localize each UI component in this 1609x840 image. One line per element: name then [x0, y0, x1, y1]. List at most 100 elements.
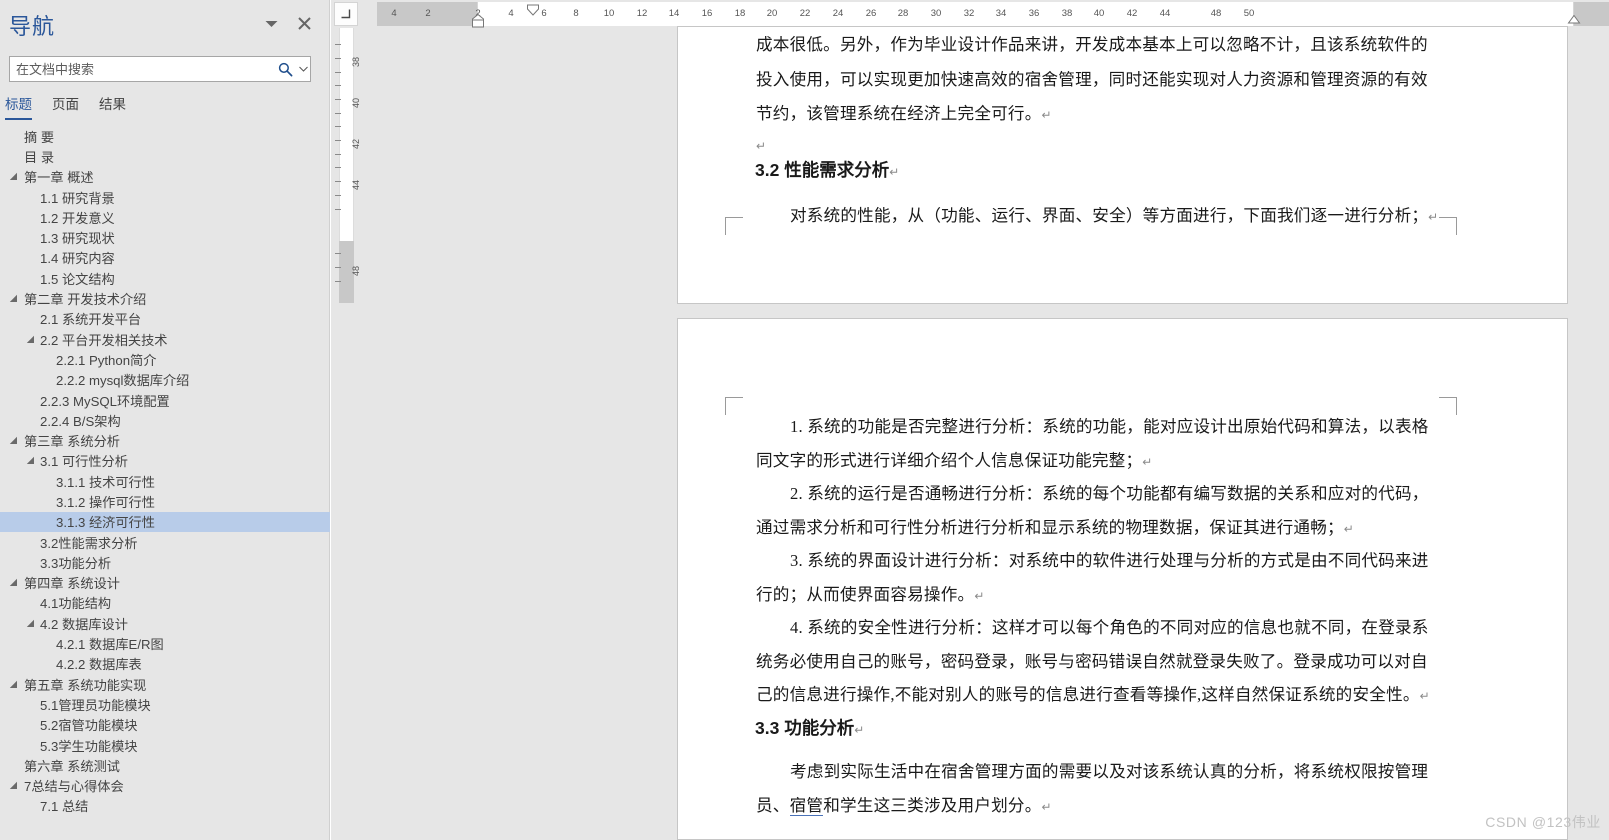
search-box[interactable]: [9, 56, 311, 82]
vertical-ruler[interactable]: 38 40 42 44 48: [331, 0, 361, 840]
right-indent-marker[interactable]: [1567, 14, 1581, 32]
heading-item[interactable]: 1.4 研究内容: [0, 248, 330, 268]
tab-pages[interactable]: 页面: [52, 93, 79, 118]
heading-item[interactable]: 5.3学生功能模块: [0, 735, 330, 755]
paragraph-mark-icon: ↵: [889, 165, 900, 179]
vertical-ruler-tick-label: 38: [351, 56, 361, 67]
heading-item[interactable]: 1.1 研究背景: [0, 187, 330, 207]
heading-item-label: 5.3学生功能模块: [40, 738, 138, 754]
heading-list[interactable]: 摘 要目 录第一章 概述 1.1 研究背景 1.2 开发意义 1.3 研究现状 1.4 …: [0, 126, 330, 840]
heading-item-label: 4.2.2 数据库表: [56, 657, 142, 673]
ruler-tick-label: 40: [1093, 8, 1105, 19]
heading-item[interactable]: 1.2 开发意义: [0, 207, 330, 227]
heading-item[interactable]: 2.2.4 B/S架构: [0, 410, 330, 430]
heading-item[interactable]: 2.2 平台开发相关技术: [0, 329, 330, 349]
hanging-indent-marker[interactable]: [471, 13, 485, 33]
heading-item[interactable]: 7.1 总结: [0, 796, 330, 816]
heading-item[interactable]: 2.2.2 mysql数据库介绍: [0, 370, 330, 390]
heading-item[interactable]: 2.2.3 MySQL环境配置: [0, 390, 330, 410]
search-icon[interactable]: [274, 58, 296, 80]
ruler-tick-label: 18: [734, 8, 746, 19]
expand-collapse-triangle-icon[interactable]: [25, 618, 36, 629]
expand-collapse-triangle-icon[interactable]: [8, 171, 19, 182]
document-page-1[interactable]: 成本很低。另外，作为毕业设计作品来讲，开发成本基本上可以忽略不计，且该系统软件的…: [677, 26, 1568, 304]
expand-collapse-triangle-icon[interactable]: [8, 577, 19, 588]
heading-item-label: 第六章 系统测试: [24, 758, 120, 774]
spelling-underlined-text: 宿管: [789, 795, 824, 816]
heading-item[interactable]: 2.1 系统开发平台: [0, 309, 330, 329]
paragraph-mark-icon: ↵: [756, 138, 767, 153]
ruler-tick-label: 24: [832, 8, 844, 19]
document-page-2[interactable]: 1. 系统的功能是否完整进行分析：系统的功能，能对应设计出原始代码和算法，以表格…: [677, 318, 1568, 840]
search-options-chevron-down-icon[interactable]: [296, 58, 310, 80]
heading-item-label: 3.1.1 技术可行性: [56, 474, 155, 490]
heading-item[interactable]: 3.3功能分析: [0, 552, 330, 572]
heading-item[interactable]: 第一章 概述: [0, 167, 330, 187]
heading-item[interactable]: 4.2.1 数据库E/R图: [0, 633, 330, 653]
search-input[interactable]: [10, 57, 274, 81]
expand-collapse-triangle-icon[interactable]: [25, 334, 36, 345]
expand-collapse-triangle-icon[interactable]: [8, 780, 19, 791]
heading-item[interactable]: 摘 要: [0, 126, 330, 146]
vertical-ruler-tick: [335, 85, 341, 86]
heading-item[interactable]: 第五章 系统功能实现: [0, 674, 330, 694]
heading-item[interactable]: 第二章 开发技术介绍: [0, 288, 330, 308]
heading-item-label: 3.1 可行性分析: [40, 454, 128, 470]
tab-results[interactable]: 结果: [99, 93, 126, 118]
heading-item[interactable]: 目 录: [0, 146, 330, 166]
heading-item[interactable]: 2.2.1 Python简介: [0, 349, 330, 369]
heading-item-label: 摘 要: [24, 129, 55, 145]
document-paragraph-line: 对系统的性能，从（功能、运行、界面、安全）等方面进行，下面我们逐一进行分析；↵: [790, 205, 1439, 225]
heading-item[interactable]: 1.5 论文结构: [0, 268, 330, 288]
heading-item[interactable]: 第三章 系统分析: [0, 430, 330, 450]
paragraph-mark-icon: ↵: [1419, 689, 1430, 703]
ruler-tick-label: 44: [1159, 8, 1171, 19]
ruler-tick-label: 26: [865, 8, 877, 19]
close-icon[interactable]: [295, 14, 313, 32]
paragraph-mark-icon: ↵: [1428, 209, 1439, 224]
expand-collapse-triangle-icon[interactable]: [8, 293, 19, 304]
heading-item[interactable]: 第四章 系统设计: [0, 573, 330, 593]
heading-item-label: 2.2.4 B/S架构: [40, 413, 121, 429]
ruler-tick-label: 22: [799, 8, 811, 19]
heading-item-label: 1.2 开发意义: [40, 210, 115, 226]
heading-item-label: 7总结与心得体会: [24, 779, 124, 795]
ruler-tick-label: 8: [573, 8, 579, 19]
vertical-ruler-tick: [335, 154, 341, 155]
heading-item[interactable]: 5.2宿管功能模块: [0, 715, 330, 735]
ruler-tick-label: 14: [668, 8, 680, 19]
heading-item[interactable]: 3.1.1 技术可行性: [0, 471, 330, 491]
document-text-run: 员、: [756, 795, 790, 815]
heading-item-label: 3.1.2 操作可行性: [56, 494, 155, 510]
expand-collapse-triangle-icon[interactable]: [8, 679, 19, 690]
tab-headings[interactable]: 标题: [5, 93, 32, 120]
ruler-tick-label: 4: [391, 8, 397, 19]
tab-stop-icon[interactable]: [334, 2, 358, 26]
vertical-ruler-tick: [335, 253, 341, 254]
expand-collapse-triangle-icon[interactable]: [8, 435, 19, 446]
heading-item[interactable]: 4.2 数据库设计: [0, 613, 330, 633]
heading-item-label: 1.1 研究背景: [40, 190, 115, 206]
document-paragraph-line: 4. 系统的安全性进行分析：这样才可以每个角色的不同对应的信息也就不同，在登录系: [790, 618, 1429, 637]
heading-item[interactable]: 5.1管理员功能模块: [0, 694, 330, 714]
expand-collapse-triangle-icon[interactable]: [25, 455, 36, 466]
heading-item[interactable]: 1.3 研究现状: [0, 227, 330, 247]
first-line-indent-marker[interactable]: [526, 3, 540, 21]
document-heading: 3.2 性能需求分析↵: [755, 160, 900, 180]
heading-item[interactable]: 4.2.2 数据库表: [0, 654, 330, 674]
horizontal-ruler[interactable]: 4 2 2 4 6 8 10 12 14 16 18 20 22 24 26 28 30 32 34 36 38 40 42…: [361, 2, 1609, 28]
heading-item[interactable]: 3.2性能需求分析: [0, 532, 330, 552]
heading-item[interactable]: 3.1.2 操作可行性: [0, 491, 330, 511]
document-paragraph-line: 行的；从而使界面容易操作。↵: [756, 584, 985, 604]
vertical-ruler-tick: [335, 126, 341, 127]
heading-item[interactable]: 第六章 系统测试: [0, 755, 330, 775]
ruler-tick-label: 20: [766, 8, 778, 19]
heading-item[interactable]: 3.1.3 经济可行性: [0, 511, 330, 532]
heading-item[interactable]: 3.1 可行性分析: [0, 451, 330, 471]
heading-item-label: 3.3功能分析: [40, 555, 112, 571]
heading-item[interactable]: 7总结与心得体会: [0, 776, 330, 796]
document-text-run: 和学生这三类涉及用户划分。: [823, 795, 1042, 815]
ruler-tick-label: 30: [930, 8, 942, 19]
chevron-down-icon[interactable]: [264, 17, 278, 31]
heading-item[interactable]: 4.1功能结构: [0, 593, 330, 613]
